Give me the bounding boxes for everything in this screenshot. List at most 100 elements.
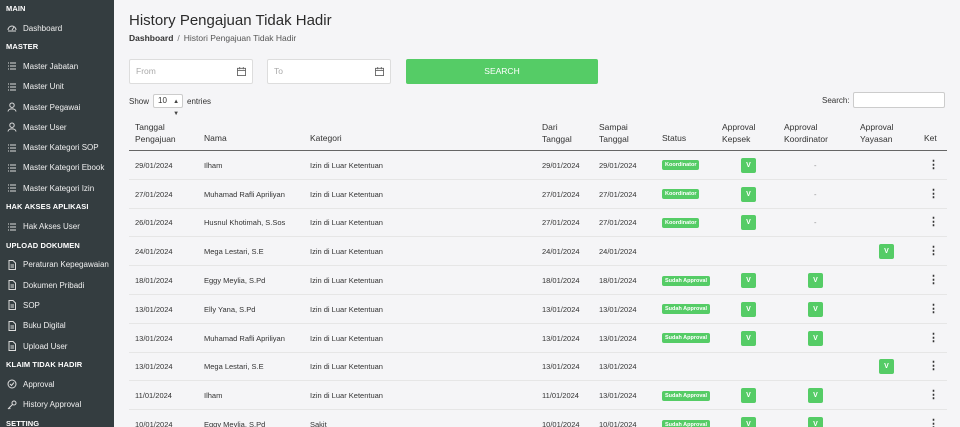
approval-kepsek-button[interactable]: V [741, 186, 756, 202]
approval-koordinator-button[interactable]: V [808, 301, 823, 317]
col-sampai-tanggal-header[interactable]: Sampai Tanggal [599, 121, 629, 145]
row-actions-cell: ⋮ [928, 237, 939, 266]
table-body: 29/01/2024 Ilham Izin di Luar Ketentuan 29/… [129, 151, 947, 427]
list-icon [7, 61, 17, 71]
sidebar-item-dokumen-pribadi[interactable]: Dokumen Pribadi [0, 275, 114, 295]
status-badge: Sudah Approval [662, 419, 710, 427]
kebab-menu-icon[interactable]: ⋮ [928, 419, 939, 427]
calendar-icon[interactable] [375, 67, 384, 76]
approval-kepsek-cell: V [741, 324, 756, 353]
sidebar-item-master-unit[interactable]: Master Unit [0, 77, 114, 97]
approval-koordinator-cell: - [814, 209, 817, 238]
col-approval-koordinator-header[interactable]: Approval Koordinator [784, 121, 828, 145]
col-tanggal-pengajuan-cell: 13/01/2024 [135, 304, 173, 314]
breadcrumb-home-link[interactable]: Dashboard [129, 33, 173, 43]
col-dari-tanggal-cell: 13/01/2024 [542, 333, 580, 343]
sidebar-item-master-jabatan[interactable]: Master Jabatan [0, 56, 114, 76]
from-date-placeholder: From [136, 66, 156, 76]
approval-kepsek-button[interactable]: V [741, 417, 756, 427]
col-approval-kepsek-header[interactable]: Approval Kepsek [722, 121, 756, 145]
kebab-menu-icon[interactable]: ⋮ [928, 303, 939, 315]
sidebar-item-master-kategori-ebook[interactable]: Master Kategori Ebook [0, 158, 114, 178]
col-dari-tanggal-cell: 27/01/2024 [542, 218, 580, 228]
sidebar-item-sop[interactable]: SOP [0, 295, 114, 315]
approval-kepsek-button[interactable]: V [741, 388, 756, 404]
approval-yayasan-button[interactable]: V [879, 244, 894, 260]
to-date-input[interactable]: To [267, 59, 391, 84]
approval-koordinator-button[interactable]: V [808, 417, 823, 427]
entries-select[interactable]: 10 ▲ ▼ [153, 94, 184, 117]
approval-koordinator-button[interactable]: V [808, 330, 823, 346]
sidebar-item-upload-user[interactable]: Upload User [0, 336, 114, 356]
sidebar-section-title: HAK AKSES APLIKASI [6, 202, 89, 212]
sidebar-item-hak-akses-user[interactable]: Hak Akses User [0, 216, 114, 236]
table-row: 26/01/2024 Husnul Khotimah, S.Sos Izin di … [129, 209, 947, 238]
sidebar-item-history-approval[interactable]: History Approval [0, 394, 114, 414]
col-tanggal-pengajuan-header[interactable]: Tanggal Pengajuan [135, 121, 176, 145]
sidebar-item-dashboard[interactable]: Dashboard [0, 18, 114, 38]
col-kategori-cell: Izin di Luar Ketentuan [310, 247, 383, 257]
entries-control: Show 10 ▲ ▼ entries [129, 94, 211, 117]
file-icon [7, 280, 17, 291]
col-kategori-header[interactable]: Kategori [310, 132, 342, 144]
col-sampai-tanggal-cell: 13/01/2024 [599, 391, 637, 401]
sidebar-item-master-pegawai[interactable]: Master Pegawai [0, 97, 114, 117]
sidebar-item-peraturan-kepegawaian[interactable]: Peraturan Kepegawaian [0, 255, 114, 275]
table-row: 29/01/2024 Ilham Izin di Luar Ketentuan 29/… [129, 151, 947, 180]
file-icon [7, 320, 17, 331]
history-table: Tanggal Pengajuan Nama Kategori Dari Tanggal S… [129, 116, 947, 427]
col-ket-header[interactable]: Ket [924, 132, 937, 144]
col-nama-cell: Husnul Khotimah, S.Sos [204, 218, 286, 228]
col-tanggal-pengajuan-cell: 13/01/2024 [135, 362, 173, 372]
col-dari-tanggal-header[interactable]: Dari Tanggal [542, 121, 572, 145]
approval-kepsek-button[interactable]: V [741, 301, 756, 317]
col-dari-tanggal-cell: 24/01/2024 [542, 247, 580, 257]
approval-koordinator-cell: V [808, 266, 823, 295]
from-date-input[interactable]: From [129, 59, 253, 84]
approval-kepsek-button[interactable]: V [741, 157, 756, 173]
approval-koordinator-button[interactable]: V [808, 388, 823, 404]
col-tanggal-pengajuan-cell: 11/01/2024 [135, 391, 172, 401]
kebab-menu-icon[interactable]: ⋮ [928, 390, 939, 401]
sidebar-item-master-kategori-izin[interactable]: Master Kategori Izin [0, 178, 114, 198]
sidebar-item-master-user[interactable]: Master User [0, 117, 114, 137]
table-search-input[interactable] [852, 92, 945, 108]
approval-koordinator-button[interactable]: V [808, 273, 823, 289]
kebab-menu-icon[interactable]: ⋮ [928, 217, 939, 228]
col-dari-tanggal-cell: 13/01/2024 [542, 304, 580, 314]
search-button[interactable]: SEARCH [406, 59, 598, 84]
col-nama-header[interactable]: Nama [204, 132, 227, 144]
sidebar-item-approval[interactable]: Approval [0, 374, 114, 394]
status-badge: Koordinator [662, 217, 700, 228]
approval-koordinator-cell: - [814, 151, 817, 180]
status-badge: Sudah Approval [662, 304, 710, 315]
list-icon [7, 82, 17, 92]
sidebar-item-label: History Approval [23, 400, 82, 410]
col-approval-yayasan-header[interactable]: Approval Yayasan [860, 121, 894, 145]
calendar-icon[interactable] [237, 67, 246, 76]
kebab-menu-icon[interactable]: ⋮ [928, 361, 939, 372]
col-kategori-cell: Sakit [310, 420, 327, 427]
kebab-menu-icon[interactable]: ⋮ [928, 188, 939, 200]
kebab-menu-icon[interactable]: ⋮ [928, 275, 939, 286]
approval-kepsek-button[interactable]: V [741, 273, 756, 289]
kebab-menu-icon[interactable]: ⋮ [928, 332, 939, 344]
approval-kepsek-cell: V [741, 151, 756, 180]
sidebar-item-buku-digital[interactable]: Buku Digital [0, 316, 114, 336]
approval-kepsek-button[interactable]: V [741, 215, 756, 231]
col-kategori-cell: Izin di Luar Ketentuan [310, 160, 383, 170]
col-status-header[interactable]: Status [662, 132, 686, 144]
file-icon [7, 341, 17, 351]
approval-yayasan-button[interactable]: V [879, 359, 894, 375]
sidebar: MAIN Dashboard MASTER Master Jabatan Master … [0, 0, 114, 427]
sidebar-item-master-kategori-sop[interactable]: Master Kategori SOP [0, 137, 114, 157]
sidebar-section-title: MASTER [6, 42, 39, 52]
col-kategori-cell: Izin di Luar Ketentuan [310, 189, 383, 199]
col-dari-tanggal-cell: 11/01/2024 [542, 391, 579, 401]
kebab-menu-icon[interactable]: ⋮ [928, 246, 939, 257]
row-actions-cell: ⋮ [928, 353, 939, 382]
approval-kepsek-cell: V [741, 266, 756, 295]
approval-kepsek-button[interactable]: V [741, 330, 756, 346]
kebab-menu-icon[interactable]: ⋮ [928, 159, 939, 171]
user-icon [7, 102, 17, 112]
